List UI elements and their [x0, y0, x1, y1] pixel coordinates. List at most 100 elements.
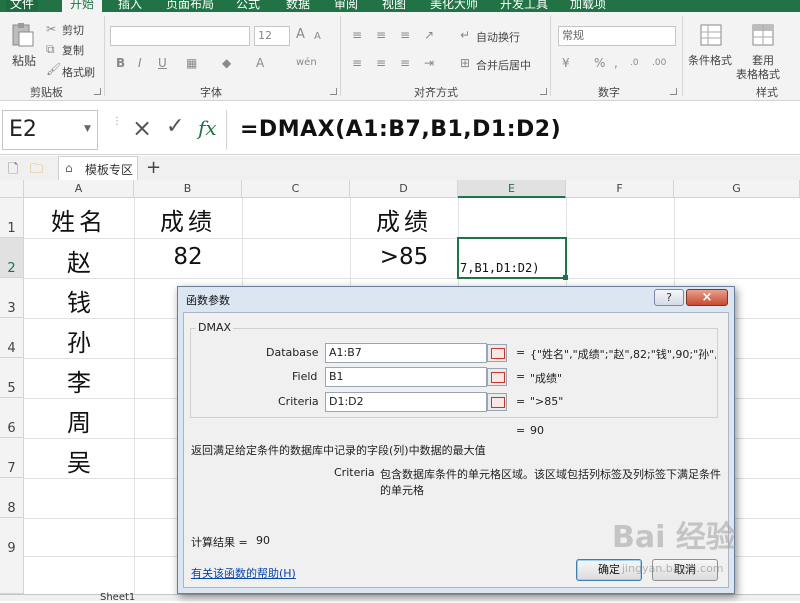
- font-launcher-icon[interactable]: [330, 88, 337, 95]
- tab-insert[interactable]: 插入: [118, 0, 142, 11]
- table-format-label-2[interactable]: 表格格式: [736, 66, 780, 82]
- clipboard-launcher-icon[interactable]: [94, 88, 101, 95]
- active-cell-e2[interactable]: 7,B1,D1:D2): [457, 237, 567, 279]
- enter-icon[interactable]: ✓: [166, 114, 184, 139]
- italic-button[interactable]: I: [138, 56, 142, 70]
- row-header-3[interactable]: 3: [0, 278, 24, 318]
- decrease-decimal-icon[interactable]: .00: [652, 56, 666, 70]
- copy-button[interactable]: 复制: [62, 42, 84, 58]
- name-box-dropdown-icon[interactable]: ▼: [84, 124, 91, 134]
- column-header-c[interactable]: C: [242, 180, 350, 198]
- formula-input[interactable]: =DMAX(A1:B7,B1,D1:D2): [226, 108, 800, 152]
- merge-center-button[interactable]: 合并后居中: [476, 57, 531, 73]
- percent-button[interactable]: %: [594, 56, 605, 70]
- format-painter-icon[interactable]: 🖌: [46, 62, 61, 76]
- row-header-7[interactable]: 7: [0, 438, 24, 478]
- help-button[interactable]: ?: [654, 289, 684, 306]
- align-right-icon[interactable]: ≡: [400, 56, 410, 70]
- align-left-icon[interactable]: ≡: [352, 56, 362, 70]
- field-input[interactable]: B1: [325, 367, 487, 387]
- indent-icon[interactable]: ⇥: [424, 56, 434, 70]
- align-top-icon[interactable]: ≡: [352, 28, 362, 42]
- row-header-4[interactable]: 4: [0, 318, 24, 358]
- align-middle-icon[interactable]: ≡: [376, 28, 386, 42]
- column-header-e[interactable]: E: [458, 180, 566, 198]
- criteria-input[interactable]: D1:D2: [325, 392, 487, 412]
- tab-review[interactable]: 审阅: [334, 0, 358, 11]
- bold-button[interactable]: B: [116, 56, 125, 70]
- phonetic-icon[interactable]: wén: [296, 56, 317, 70]
- tab-page-layout[interactable]: 页面布局: [166, 0, 214, 11]
- field-collapse-button[interactable]: [487, 368, 507, 386]
- underline-button[interactable]: U: [158, 56, 167, 70]
- database-input[interactable]: A1:B7: [325, 343, 487, 363]
- merge-center-icon[interactable]: ⊞: [460, 56, 470, 70]
- currency-icon[interactable]: ¥: [562, 56, 570, 70]
- wrap-text-icon[interactable]: ↵: [460, 28, 470, 42]
- format-painter-button[interactable]: 格式刷: [62, 64, 95, 80]
- row-header-1[interactable]: 1: [0, 198, 24, 238]
- cut-button[interactable]: 剪切: [62, 22, 84, 38]
- template-tab[interactable]: ⌂ 模板专区: [58, 156, 138, 180]
- number-format-dropdown[interactable]: 常规: [558, 26, 676, 46]
- new-document-icon[interactable]: 🗋: [8, 160, 18, 182]
- database-collapse-button[interactable]: [487, 344, 507, 362]
- column-header-a[interactable]: A: [24, 180, 134, 198]
- align-center-icon[interactable]: ≡: [376, 56, 386, 70]
- wrap-text-button[interactable]: 自动换行: [476, 29, 520, 45]
- cell-b1[interactable]: 成绩: [134, 202, 242, 237]
- column-header-b[interactable]: B: [134, 180, 242, 198]
- shrink-font-icon[interactable]: A: [314, 30, 321, 44]
- orientation-icon[interactable]: ↗: [424, 28, 434, 42]
- fill-color-icon[interactable]: ◆: [222, 56, 231, 70]
- cell-a4[interactable]: 孙: [24, 323, 134, 358]
- cell-b2[interactable]: 82: [134, 244, 242, 270]
- tab-formulas[interactable]: 公式: [236, 0, 260, 11]
- alignment-launcher-icon[interactable]: [540, 88, 547, 95]
- conditional-format-button[interactable]: 条件格式: [688, 52, 732, 68]
- cell-a1[interactable]: 姓名: [24, 202, 134, 237]
- criteria-collapse-button[interactable]: [487, 393, 507, 411]
- copy-icon[interactable]: ⧉: [46, 42, 55, 56]
- comma-button[interactable]: ,: [614, 56, 618, 70]
- cancel-icon[interactable]: ×: [132, 114, 152, 142]
- cut-icon[interactable]: ✂: [46, 22, 56, 36]
- tab-beautify[interactable]: 美化大师: [430, 0, 478, 11]
- add-tab-button[interactable]: +: [146, 157, 161, 178]
- cell-a6[interactable]: 周: [24, 403, 134, 438]
- tab-developer[interactable]: 开发工具: [500, 0, 548, 11]
- tab-file[interactable]: 文件: [6, 0, 39, 11]
- conditional-format-icon[interactable]: [700, 24, 722, 46]
- row-header-8[interactable]: 8: [0, 478, 24, 518]
- tab-view[interactable]: 视图: [382, 0, 406, 11]
- row-header-5[interactable]: 5: [0, 358, 24, 398]
- insert-function-button[interactable]: fx: [198, 116, 217, 140]
- folder-icon[interactable]: 🗀: [30, 160, 43, 182]
- tab-addins[interactable]: 加载项: [570, 0, 606, 11]
- cell-a7[interactable]: 吴: [24, 443, 134, 478]
- tab-data[interactable]: 数据: [286, 0, 310, 11]
- table-format-icon[interactable]: [752, 24, 774, 46]
- close-button[interactable]: ×: [686, 289, 728, 306]
- column-header-f[interactable]: F: [566, 180, 674, 198]
- row-header-2[interactable]: 2: [0, 238, 24, 278]
- increase-decimal-icon[interactable]: .0: [630, 56, 639, 70]
- grow-font-icon[interactable]: A: [296, 28, 305, 42]
- row-header-9[interactable]: 9: [0, 518, 24, 594]
- cell-d2[interactable]: >85: [350, 244, 458, 270]
- cell-a2[interactable]: 赵: [24, 243, 134, 278]
- cell-a5[interactable]: 李: [24, 363, 134, 398]
- paste-icon[interactable]: [10, 22, 34, 48]
- select-all-corner[interactable]: [0, 180, 24, 198]
- fill-handle[interactable]: [563, 275, 568, 280]
- border-icon[interactable]: ▦: [186, 56, 197, 70]
- sheet-tab[interactable]: Sheet1: [100, 592, 135, 603]
- cell-a3[interactable]: 钱: [24, 283, 134, 318]
- number-launcher-icon[interactable]: [670, 88, 677, 95]
- font-name-dropdown[interactable]: [110, 26, 250, 46]
- font-color-icon[interactable]: A: [256, 56, 264, 70]
- row-header-6[interactable]: 6: [0, 398, 24, 438]
- column-header-g[interactable]: G: [674, 180, 800, 198]
- cell-d1[interactable]: 成绩: [350, 202, 458, 237]
- paste-label[interactable]: 粘贴: [12, 52, 36, 69]
